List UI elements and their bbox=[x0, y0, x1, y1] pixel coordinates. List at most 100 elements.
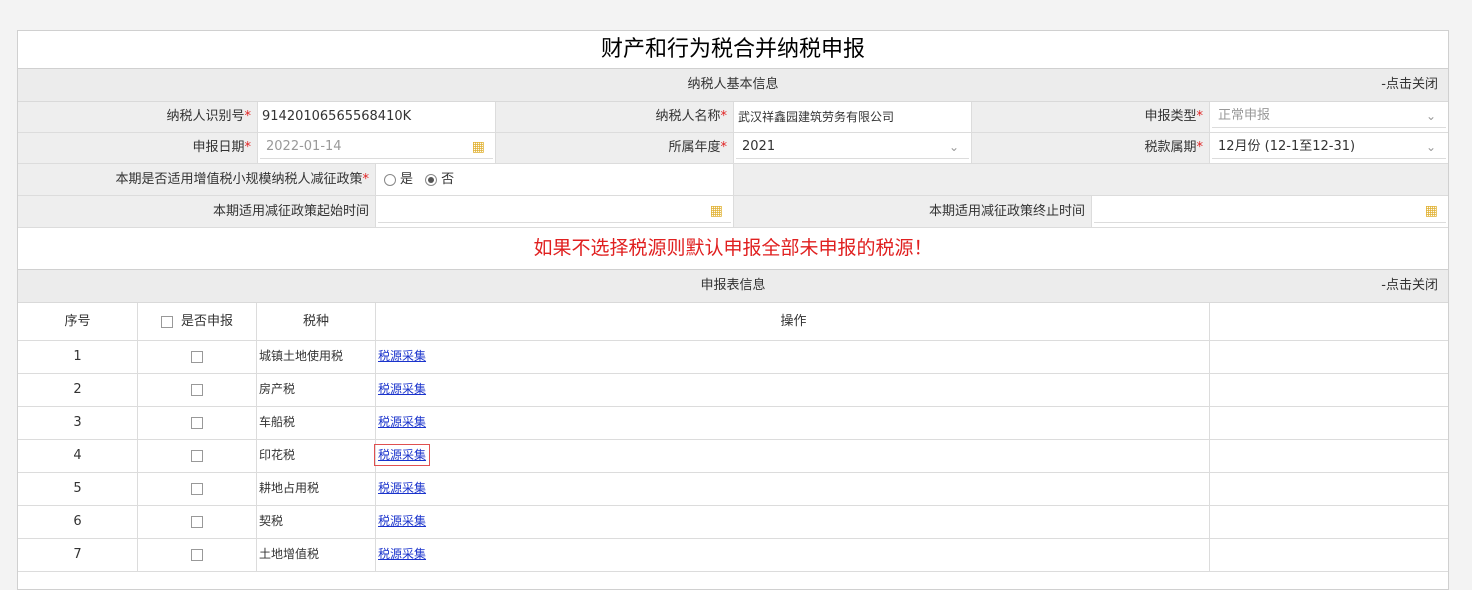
source-collect-link[interactable]: 税源采集 bbox=[378, 349, 426, 363]
source-collect-link[interactable]: 税源采集 bbox=[378, 547, 426, 561]
row-tax-name: 契税 bbox=[257, 506, 376, 538]
table-row: 2 房产税 税源采集 bbox=[18, 374, 1448, 407]
taxpayer-name-label: 纳税人名称* bbox=[496, 102, 734, 132]
policy-yes-radio[interactable] bbox=[384, 173, 396, 186]
chevron-down-icon: ⌄ bbox=[1425, 140, 1436, 154]
taxpayer-name-value: 武汉祥鑫园建筑劳务有限公司 bbox=[734, 102, 972, 132]
row-blank bbox=[1210, 440, 1448, 472]
row-blank bbox=[1210, 407, 1448, 439]
chevron-down-icon: ⌄ bbox=[1425, 109, 1436, 123]
row-blank bbox=[1210, 374, 1448, 406]
policy-yes-label: 是 bbox=[400, 172, 414, 187]
select-all-checkbox[interactable] bbox=[160, 315, 173, 328]
row-blank bbox=[1210, 473, 1448, 505]
row-index: 2 bbox=[18, 374, 138, 406]
decl-date-label: 申报日期* bbox=[18, 133, 258, 163]
row-checkbox-cell bbox=[138, 374, 257, 406]
row-op-cell: 税源采集 bbox=[376, 407, 1210, 439]
row-checkbox-cell bbox=[138, 407, 257, 439]
table-section-title: 申报表信息 bbox=[700, 278, 766, 293]
row-index: 7 bbox=[18, 539, 138, 571]
decl-type-label: 申报类型* bbox=[972, 102, 1210, 132]
source-collect-link[interactable]: 税源采集 bbox=[378, 514, 426, 528]
policy-end-field[interactable]: ▦ bbox=[1092, 196, 1448, 227]
decl-date-input[interactable]: 2022-01-14 ▦ bbox=[260, 136, 493, 159]
row-checkbox-cell bbox=[138, 506, 257, 538]
decl-date-field[interactable]: 2022-01-14 ▦ bbox=[258, 133, 496, 163]
policy-empty-cell bbox=[734, 164, 1448, 195]
table-row: 5 耕地占用税 税源采集 bbox=[18, 473, 1448, 506]
table-header-row: 序号 是否申报 税种 操作 bbox=[18, 303, 1448, 341]
row-checkbox[interactable] bbox=[191, 515, 203, 528]
calendar-icon[interactable]: ▦ bbox=[710, 200, 723, 222]
row-index: 4 bbox=[18, 440, 138, 472]
row-checkbox[interactable] bbox=[191, 548, 203, 561]
row-checkbox[interactable] bbox=[191, 449, 203, 462]
policy-no-radio[interactable] bbox=[425, 173, 438, 186]
page-title: 财产和行为税合并纳税申报 bbox=[18, 31, 1448, 69]
table-row: 3 车船税 税源采集 bbox=[18, 407, 1448, 440]
source-collect-link[interactable]: 税源采集 bbox=[378, 481, 426, 495]
calendar-icon[interactable]: ▦ bbox=[1425, 200, 1438, 222]
source-collect-link[interactable]: 税源采集 bbox=[378, 415, 426, 429]
col-index-header: 序号 bbox=[18, 303, 138, 340]
row-checkbox[interactable] bbox=[191, 482, 203, 495]
row-checkbox-cell bbox=[138, 440, 257, 472]
row-checkbox[interactable] bbox=[191, 383, 203, 396]
info-row-1: 纳税人识别号* 91420106565568410K 纳税人名称* 武汉祥鑫园建… bbox=[18, 102, 1448, 133]
year-label: 所属年度* bbox=[496, 133, 734, 163]
source-collect-link[interactable]: 税源采集 bbox=[378, 382, 426, 396]
row-checkbox-cell bbox=[138, 473, 257, 505]
row-tax-name: 城镇土地使用税 bbox=[257, 341, 376, 373]
info-row-3: 本期是否适用增值税小规模纳税人减征政策* 是 否 bbox=[18, 164, 1448, 196]
info-row-2: 申报日期* 2022-01-14 ▦ 所属年度* 2021 ⌄ 税款属期* 12月份… bbox=[18, 133, 1448, 164]
decl-type-select[interactable]: 正常申报 ⌄ bbox=[1212, 105, 1446, 128]
source-collect-link-highlighted[interactable]: 税源采集 bbox=[373, 444, 431, 466]
policy-start-input[interactable]: ▦ bbox=[378, 200, 731, 223]
row-tax-name: 耕地占用税 bbox=[257, 473, 376, 505]
row-blank bbox=[1210, 539, 1448, 571]
policy-end-label: 本期适用减征政策终止时间 bbox=[734, 196, 1092, 227]
taxpayer-id-value: 91420106565568410K bbox=[258, 102, 496, 132]
row-index: 3 bbox=[18, 407, 138, 439]
row-blank bbox=[1210, 506, 1448, 538]
period-select[interactable]: 12月份 (12-1至12-31) ⌄ bbox=[1212, 136, 1446, 159]
info-row-4: 本期适用减征政策起始时间 ▦ 本期适用减征政策终止时间 ▦ bbox=[18, 196, 1448, 228]
year-field[interactable]: 2021 ⌄ bbox=[734, 133, 972, 163]
col-op-header: 操作 bbox=[376, 303, 1210, 340]
row-op-cell: 税源采集 bbox=[376, 506, 1210, 538]
row-blank bbox=[1210, 341, 1448, 373]
row-checkbox[interactable] bbox=[191, 350, 203, 363]
col-blank bbox=[1210, 303, 1448, 340]
policy-label: 本期是否适用增值税小规模纳税人减征政策* bbox=[18, 164, 376, 195]
policy-no-label: 否 bbox=[441, 172, 455, 187]
table-section-header: 申报表信息 -点击关闭 bbox=[18, 270, 1448, 303]
period-field[interactable]: 12月份 (12-1至12-31) ⌄ bbox=[1210, 133, 1448, 163]
row-index: 6 bbox=[18, 506, 138, 538]
decl-type-field[interactable]: 正常申报 ⌄ bbox=[1210, 102, 1448, 132]
taxpayer-id-label: 纳税人识别号* bbox=[18, 102, 258, 132]
policy-start-field[interactable]: ▦ bbox=[376, 196, 734, 227]
row-op-cell: 税源采集 bbox=[373, 440, 1210, 472]
period-label: 税款属期* bbox=[972, 133, 1210, 163]
calendar-icon[interactable]: ▦ bbox=[472, 136, 485, 158]
warning-message: 如果不选择税源则默认申报全部未申报的税源！ bbox=[18, 228, 1448, 270]
policy-start-label: 本期适用减征政策起始时间 bbox=[18, 196, 376, 227]
tax-declaration-panel: 财产和行为税合并纳税申报 纳税人基本信息 -点击关闭 纳税人识别号* 91420… bbox=[17, 30, 1449, 590]
row-op-cell: 税源采集 bbox=[376, 374, 1210, 406]
declaration-table: 序号 是否申报 税种 操作 1 城镇土地使用税 税源采集 2 房产税 税源采集 … bbox=[18, 303, 1448, 572]
table-row: 7 土地增值税 税源采集 bbox=[18, 539, 1448, 572]
policy-end-input[interactable]: ▦ bbox=[1094, 200, 1446, 223]
row-op-cell: 税源采集 bbox=[376, 539, 1210, 571]
table-section-close-link[interactable]: -点击关闭 bbox=[1381, 270, 1438, 302]
basic-info-title: 纳税人基本信息 bbox=[687, 77, 779, 92]
row-op-cell: 税源采集 bbox=[376, 473, 1210, 505]
basic-info-close-link[interactable]: -点击关闭 bbox=[1381, 69, 1438, 101]
table-row: 1 城镇土地使用税 税源采集 bbox=[18, 341, 1448, 374]
table-row: 6 契税 税源采集 bbox=[18, 506, 1448, 539]
row-op-cell: 税源采集 bbox=[376, 341, 1210, 373]
chevron-down-icon: ⌄ bbox=[948, 140, 959, 154]
row-checkbox[interactable] bbox=[191, 416, 203, 429]
year-select[interactable]: 2021 ⌄ bbox=[736, 136, 969, 159]
row-index: 5 bbox=[18, 473, 138, 505]
